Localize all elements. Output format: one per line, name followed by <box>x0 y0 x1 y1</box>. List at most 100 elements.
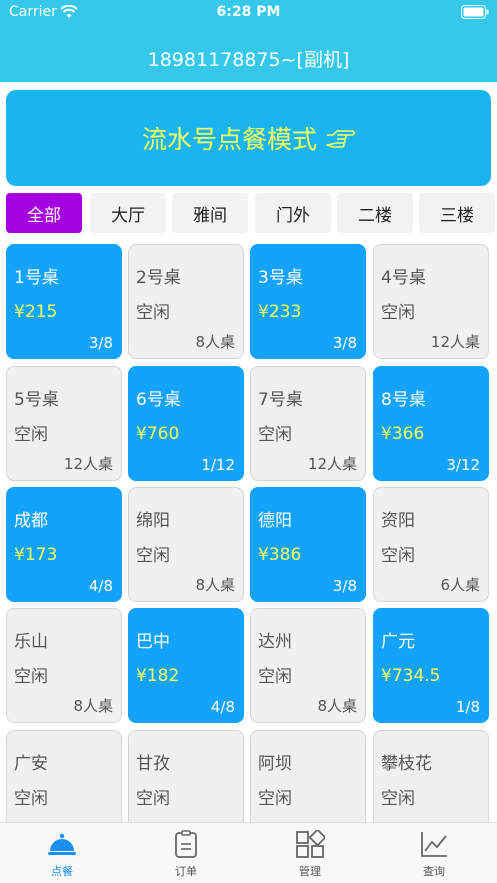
banner-text: 流水号点餐模式 <box>141 125 317 154</box>
table-card[interactable]: 4号桌空闲 12人桌 <box>373 244 489 359</box>
tab-private-room[interactable]: 雅间 <box>172 193 248 233</box>
table-card[interactable]: 德阳 ¥386 3/8 <box>250 487 366 602</box>
table-grid: 1号桌 ¥215 3/8 2号桌 空闲 8人桌 3号桌 ¥233 3/8 4号桌 空闲 12人桌 5号桌… <box>6 244 497 822</box>
table-name: 德阳 <box>258 511 292 531</box>
table-capacity: 4/8 <box>88 577 113 595</box>
tab-third-floor[interactable]: 三楼 <box>419 193 495 233</box>
battery-icon <box>461 5 489 19</box>
table-card[interactable]: 5号桌空闲 12人桌 <box>6 366 122 481</box>
table-name: 6号桌 <box>136 390 181 410</box>
table-amount: ¥173 <box>14 545 58 565</box>
table-capacity: 12人桌 <box>307 455 357 473</box>
table-capacity: 3/12 <box>446 456 480 474</box>
serial-order-mode-banner[interactable]: 流水号点餐模式 <box>6 90 491 186</box>
table-name: 绵阳 <box>136 511 170 531</box>
table-amount: ¥366 <box>381 424 425 444</box>
table-capacity: 4/8 <box>210 698 235 716</box>
table-amount: ¥760 <box>136 424 180 444</box>
page-title: 18981178875~[副机] <box>147 49 350 71</box>
table-capacity: 3/8 <box>88 334 113 352</box>
tabbar-orders[interactable]: 订单 <box>124 823 248 883</box>
table-amount: ¥182 <box>136 666 180 686</box>
table-card[interactable]: 达州空闲 8人桌 <box>250 608 366 723</box>
table-card[interactable]: 2号桌空闲 8人桌 <box>128 244 244 359</box>
table-status: 空闲 <box>14 667 48 687</box>
category-tabs: 全部 大厅 雅间 门外 二楼 三楼 <box>6 193 497 233</box>
table-status: 空闲 <box>14 425 48 445</box>
grid-icon <box>296 830 325 858</box>
table-name: 7号桌 <box>258 390 303 410</box>
tab-all[interactable]: 全部 <box>6 193 82 233</box>
app-header: Carrier 6:28 PM 18981178875~[副机] <box>0 0 497 82</box>
table-name: 甘孜 <box>136 754 170 774</box>
table-card[interactable]: 绵阳空闲 8人桌 <box>128 487 244 602</box>
table-status: 空闲 <box>258 667 292 687</box>
bottom-tab-bar: 点餐 订单 管理 查询 <box>0 822 497 883</box>
table-name: 乐山 <box>14 632 48 652</box>
table-capacity: 8人桌 <box>317 697 357 715</box>
table-card[interactable]: 阿坝 空闲 <box>250 730 366 822</box>
status-bar: Carrier 6:28 PM <box>0 0 497 26</box>
table-card[interactable]: 攀枝花 空闲 <box>373 730 489 822</box>
table-status: 空闲 <box>258 425 292 445</box>
table-card[interactable]: 乐山空闲 8人桌 <box>6 608 122 723</box>
table-name: 2号桌 <box>136 268 181 288</box>
table-status: 空闲 <box>136 303 170 323</box>
table-capacity: 3/8 <box>332 577 357 595</box>
table-capacity: 8人桌 <box>195 576 235 594</box>
table-name: 资阳 <box>381 511 415 531</box>
table-card[interactable]: 7号桌空闲 12人桌 <box>250 366 366 481</box>
table-card[interactable]: 广安 空闲 <box>6 730 122 822</box>
cloche-icon <box>48 833 76 855</box>
table-card[interactable]: 8号桌 ¥366 3/12 <box>373 366 489 481</box>
table-capacity: 8人桌 <box>195 333 235 351</box>
status-time: 6:28 PM <box>216 4 281 20</box>
table-name: 成都 <box>14 511 48 531</box>
table-name: 巴中 <box>136 632 170 652</box>
table-name: 阿坝 <box>258 754 292 774</box>
table-status: 空闲 <box>136 789 170 809</box>
table-capacity: 1/12 <box>201 456 235 474</box>
table-capacity: 12人桌 <box>430 333 480 351</box>
table-name: 达州 <box>258 632 292 652</box>
table-card[interactable]: 广元 ¥734.5 1/8 <box>373 608 489 723</box>
table-capacity: 6人桌 <box>440 576 480 594</box>
tabbar-order[interactable]: 点餐 <box>0 823 124 883</box>
table-status: 空闲 <box>381 546 415 566</box>
table-amount: ¥386 <box>258 545 302 565</box>
table-capacity: 8人桌 <box>73 697 113 715</box>
table-amount: ¥734.5 <box>381 666 441 686</box>
table-card[interactable]: 1号桌 ¥215 3/8 <box>6 244 122 359</box>
table-status: 空闲 <box>381 789 415 809</box>
table-card[interactable]: 3号桌 ¥233 3/8 <box>250 244 366 359</box>
table-card[interactable]: 6号桌 ¥760 1/12 <box>128 366 244 481</box>
table-card[interactable]: 成都 ¥173 4/8 <box>6 487 122 602</box>
table-name: 5号桌 <box>14 390 59 410</box>
tab-outside[interactable]: 门外 <box>255 193 331 233</box>
tabbar-query[interactable]: 查询 <box>372 823 496 883</box>
table-capacity: 1/8 <box>455 698 480 716</box>
table-capacity: 3/8 <box>332 334 357 352</box>
clipboard-icon <box>175 830 197 858</box>
table-card[interactable]: 资阳空闲 6人桌 <box>373 487 489 602</box>
table-status: 空闲 <box>136 546 170 566</box>
tab-hall[interactable]: 大厅 <box>90 193 166 233</box>
table-name: 1号桌 <box>14 268 59 288</box>
table-name: 广安 <box>14 754 48 774</box>
table-name: 攀枝花 <box>381 754 432 774</box>
table-status: 空闲 <box>258 789 292 809</box>
table-name: 4号桌 <box>381 268 426 288</box>
table-amount: ¥215 <box>14 302 58 322</box>
pointing-hand-icon <box>326 130 355 148</box>
table-name: 8号桌 <box>381 390 426 410</box>
chart-icon <box>421 832 447 857</box>
table-status: 空闲 <box>381 303 415 323</box>
tabbar-manage[interactable]: 管理 <box>248 823 372 883</box>
table-card[interactable]: 巴中 ¥182 4/8 <box>128 608 244 723</box>
table-name: 广元 <box>381 632 415 652</box>
table-capacity: 12人桌 <box>63 455 113 473</box>
table-amount: ¥233 <box>258 302 302 322</box>
table-status: 空闲 <box>14 789 48 809</box>
tab-second-floor[interactable]: 二楼 <box>337 193 413 233</box>
table-card[interactable]: 甘孜 空闲 <box>128 730 244 822</box>
